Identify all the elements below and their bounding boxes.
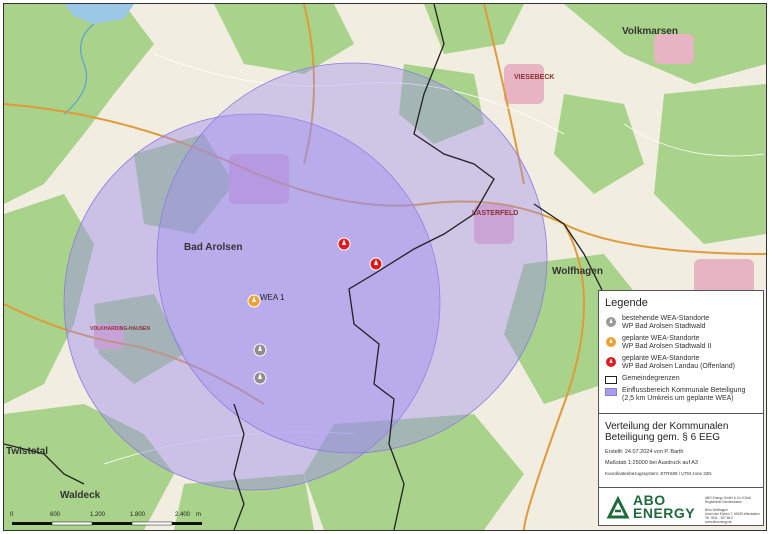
place-label-volkhardinghausen: VOLKHARDING-HAUSEN bbox=[90, 326, 150, 332]
company-address: ABO Energy GmbH & Co. KGaA Registrierte … bbox=[705, 496, 760, 524]
turbine-wea1 bbox=[247, 294, 261, 308]
legend-item-boundary-text: Gemeindegrenzen bbox=[622, 375, 680, 382]
scale-tick-0: 0 bbox=[10, 512, 14, 518]
turbine-landau-1 bbox=[337, 237, 351, 251]
boundary-swatch bbox=[605, 376, 617, 384]
influence-swatch bbox=[605, 388, 617, 396]
existing-turbine-icon bbox=[606, 317, 616, 327]
scale-bar: 0 600 1.200 1.800 2.400 m bbox=[10, 512, 210, 530]
scale-tick-4: 2.400 bbox=[175, 512, 191, 518]
legend-panel: Legende bestehende WEA-Standorte WP Bad A… bbox=[598, 290, 764, 526]
logo-wordmark: ABO ENERGY bbox=[633, 492, 696, 521]
scale-tick-3: 1.800 bbox=[130, 512, 146, 518]
legend-item-existing-text: bestehende WEA-Standorte WP Bad Arolsen S… bbox=[622, 315, 710, 330]
influence-circle-landau bbox=[156, 62, 548, 454]
legend-title: Legende bbox=[605, 297, 648, 309]
place-label-viesebeck: VIESEBECK bbox=[514, 74, 555, 81]
turbine-existing-2 bbox=[253, 371, 267, 385]
scale-unit: m bbox=[196, 512, 201, 518]
place-label-bad-arolsen: Bad Arolsen bbox=[184, 242, 243, 253]
abo-logo-icon bbox=[606, 495, 630, 519]
map-title: Verteilung der Kommunalen Beteiligung gem… bbox=[605, 421, 729, 443]
turbine-landau-2 bbox=[369, 257, 383, 271]
map-frame: Bad Arolsen Wolfhagen Volkmarsen Twistet… bbox=[0, 0, 770, 534]
turbine-label-wea1: WEA 1 bbox=[260, 293, 285, 302]
planned-turbine-orange-icon bbox=[606, 337, 616, 347]
divider bbox=[599, 413, 763, 414]
scale-tick-1: 600 bbox=[50, 512, 61, 518]
place-label-lasterfeld: LASTERFELD bbox=[472, 210, 519, 217]
place-label-volkmarsen: Volkmarsen bbox=[622, 26, 678, 37]
scale-tick-2: 1.200 bbox=[90, 512, 106, 518]
turbine-existing-1 bbox=[253, 343, 267, 357]
company-logo: ABO ENERGY ABO Energy GmbH & Co. KGaA Reg… bbox=[599, 491, 763, 525]
created-info: Erstellt: 24.07.2024 von P. Barth bbox=[605, 449, 684, 455]
legend-item-influence-text: Einflussbereich Kommunale Beteiligung (2,… bbox=[622, 387, 746, 402]
divider bbox=[599, 487, 763, 488]
place-label-wolfhagen: Wolfhagen bbox=[552, 266, 603, 277]
planned-turbine-red-icon bbox=[606, 357, 616, 367]
place-label-waldeck: Waldeck bbox=[60, 490, 101, 501]
legend-item-planned-stadtwald-text: geplante WEA-Standorte WP Bad Arolsen Sta… bbox=[622, 335, 712, 350]
scale-info: Maßstab 1:25000 bei Ausdruck auf A3 bbox=[605, 460, 698, 466]
place-label-twistetal: Twistetal bbox=[6, 446, 49, 457]
legend-item-planned-landau-text: geplante WEA-Standorte WP Bad Arolsen Lan… bbox=[622, 355, 735, 370]
crs-info: Koordinatenbezugssystem: ETRS89 / UTM zo… bbox=[605, 471, 712, 476]
